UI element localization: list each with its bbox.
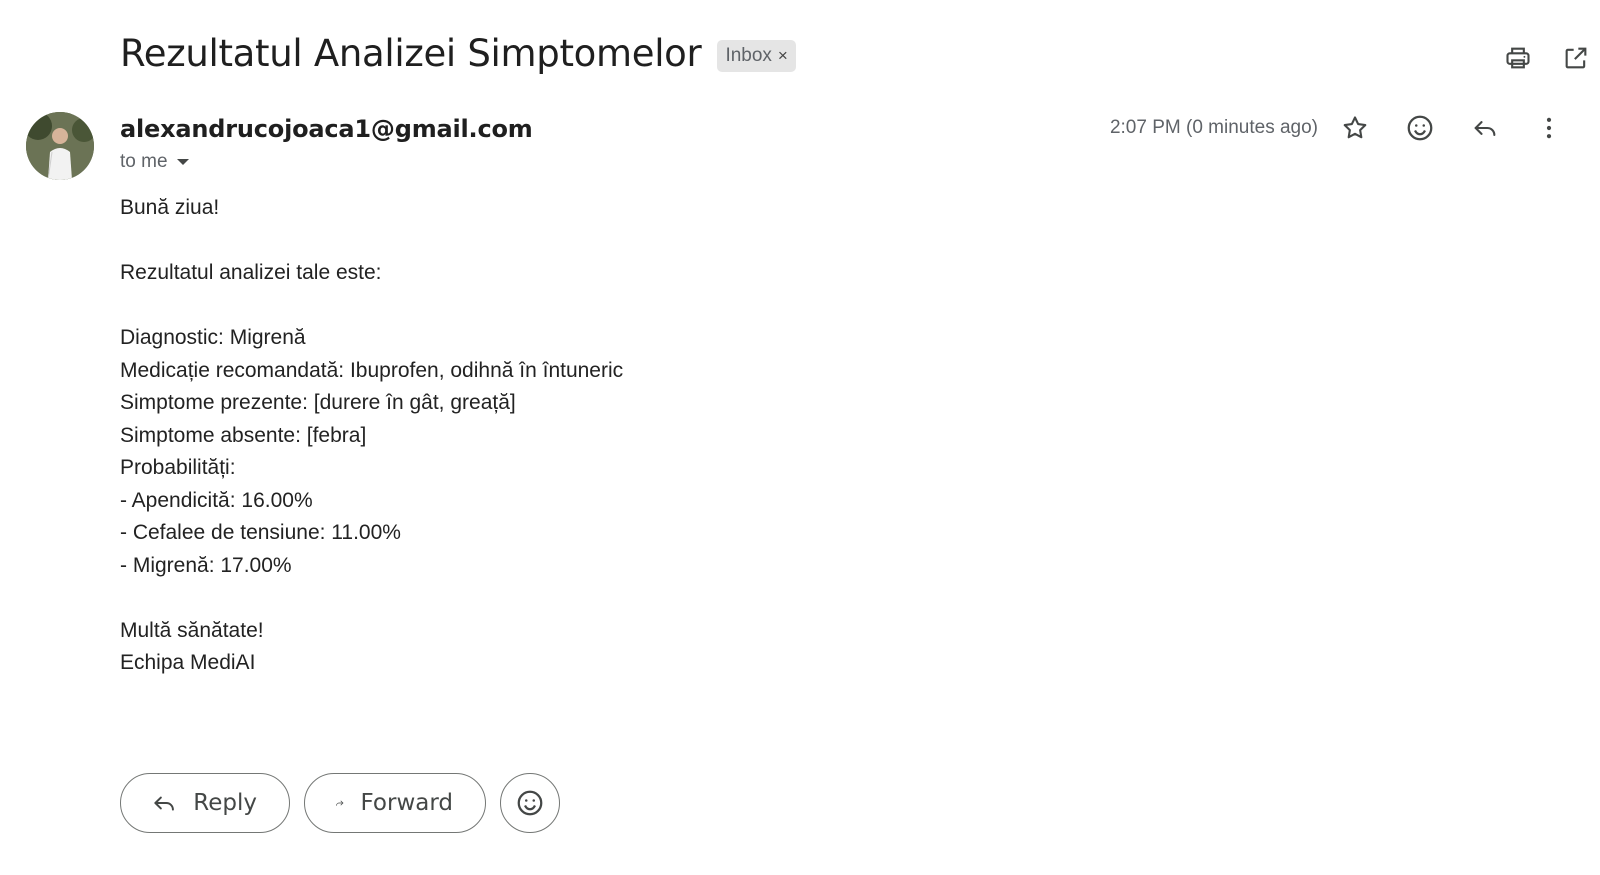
forward-icon [336, 800, 344, 806]
more-vert-icon[interactable] [1529, 108, 1569, 148]
closing-line: Multă sănătate! [120, 618, 264, 642]
probabilities-heading: Probabilități: [120, 456, 236, 479]
email-view: Rezultatul Analizei Simptomelor Inbox × [0, 0, 1600, 875]
bottom-actions: Reply Forward [120, 773, 560, 833]
reply-icon[interactable] [1465, 108, 1505, 148]
reply-icon [154, 796, 174, 811]
present-symptoms-line: Simptome prezente: [durere în gât, greaț… [120, 391, 516, 414]
forward-label: Forward [360, 790, 454, 816]
intro-text: Rezultatul analizei tale este: [120, 261, 382, 284]
medication-line: Medicație recomandată: Ibuprofen, odihnă… [120, 358, 624, 382]
diagnostic-line: Diagnostic: Migrenă [120, 326, 306, 349]
emoji-reaction-button[interactable] [500, 773, 560, 833]
emoji-icon [517, 790, 543, 816]
emoji-icon[interactable] [1400, 108, 1440, 148]
absent-symptoms-line: Simptome absente: [febra] [120, 423, 367, 447]
probability-item: - Cefalee de tensiune: 11.00% [120, 521, 401, 544]
label-name: Inbox [725, 44, 772, 66]
star-icon[interactable] [1335, 108, 1375, 148]
remove-label-icon[interactable]: × [778, 46, 788, 66]
forward-button[interactable]: Forward [304, 773, 486, 833]
subject-row: Rezultatul Analizei Simptomelor Inbox × [120, 32, 796, 75]
arrow-drop-down-icon[interactable] [176, 157, 190, 167]
probability-item: - Migrenă: 17.00% [120, 553, 292, 577]
reply-label: Reply [193, 790, 257, 816]
signature-line: Echipa MediAI [120, 651, 256, 674]
email-subject: Rezultatul Analizei Simptomelor [120, 32, 702, 75]
open-in-new-icon[interactable] [1556, 38, 1596, 78]
reply-button[interactable]: Reply [120, 773, 290, 833]
print-icon[interactable] [1498, 38, 1538, 78]
sender-email[interactable]: alexandrucojoaca1@gmail.com [120, 115, 533, 143]
inbox-label-chip[interactable]: Inbox × [717, 39, 796, 72]
probability-item: - Apendicită: 16.00% [120, 488, 313, 512]
recipient-details[interactable]: to me [120, 151, 190, 173]
message-actions [1335, 108, 1600, 148]
greeting: Bună ziua! [120, 196, 220, 219]
sender-avatar[interactable] [26, 112, 94, 180]
email-timestamp: 2:07 PM (0 minutes ago) [1109, 117, 1318, 138]
top-actions [1400, 38, 1600, 78]
recipient-label: to me [120, 151, 168, 172]
email-body: Bună ziua! Rezultatul analizei tale este… [120, 192, 623, 680]
